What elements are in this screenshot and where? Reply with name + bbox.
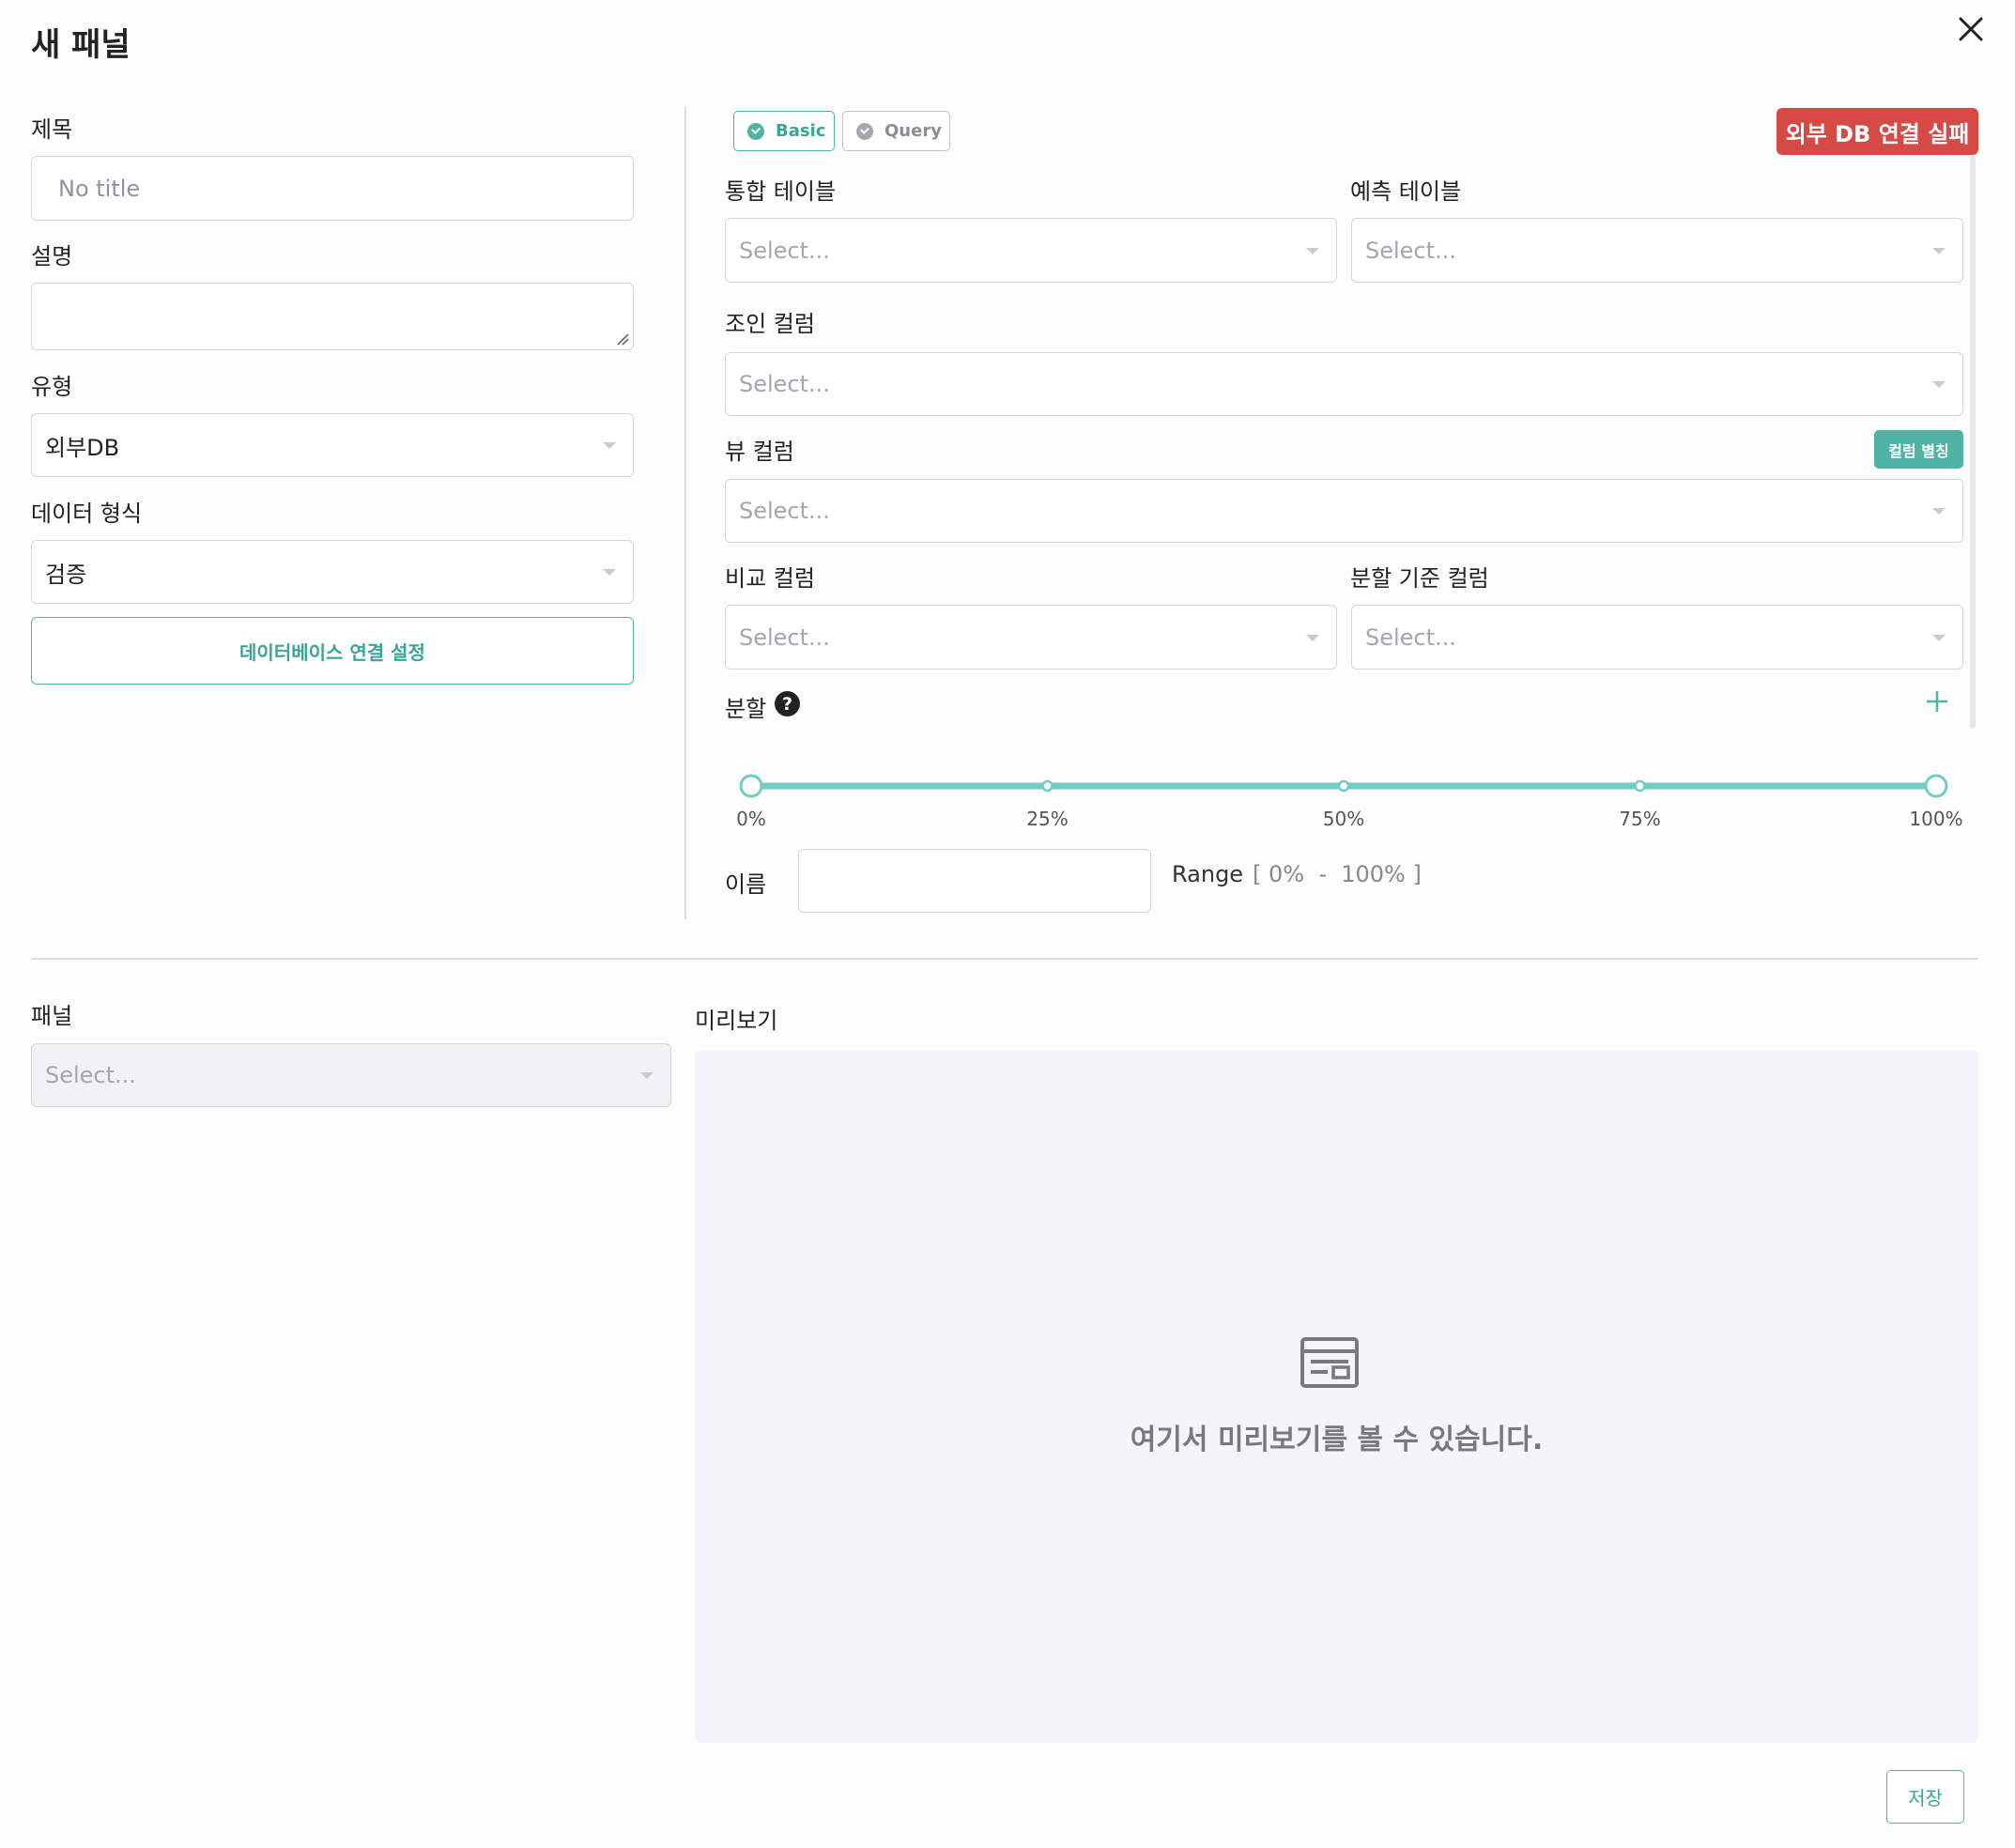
layout-icon [1300, 1337, 1359, 1388]
compare-column-placeholder: Select... [739, 624, 830, 651]
split-basis-column-label: 분할 기준 컬럼 [1350, 565, 1489, 592]
split-basis-column-select[interactable]: Select... [1351, 605, 1963, 670]
tab-basic[interactable]: Basic [733, 111, 835, 151]
tab-query-label: Query [884, 121, 942, 141]
slider-tick-label: 25% [1026, 808, 1069, 830]
chevron-down-icon [603, 442, 616, 449]
plus-icon[interactable] [1924, 688, 1950, 715]
close-icon[interactable] [1955, 13, 1987, 45]
chevron-down-icon [1932, 381, 1946, 388]
split-label: 분할 [725, 696, 767, 722]
description-textarea[interactable] [31, 283, 634, 350]
panel-label: 패널 [31, 1003, 73, 1029]
title-input[interactable]: No title [31, 156, 634, 221]
question-circle-icon[interactable]: ? [775, 691, 800, 716]
slider-tick-label: 75% [1619, 808, 1661, 830]
slider-tick-label: 50% [1322, 808, 1365, 830]
slider-tick-dot [1634, 779, 1646, 793]
description-label: 설명 [31, 243, 73, 270]
view-column-placeholder: Select... [739, 498, 830, 524]
range-value: [ 0% - 100% ] [1253, 861, 1422, 887]
tab-query[interactable]: Query [842, 111, 950, 151]
join-column-placeholder: Select... [739, 371, 830, 397]
compare-column-select[interactable]: Select... [725, 605, 1337, 670]
scrollbar[interactable] [1970, 156, 1976, 729]
tab-basic-label: Basic [776, 121, 826, 141]
column-alias-button[interactable]: 컬럼 별칭 [1874, 430, 1963, 469]
chevron-down-icon [1932, 634, 1946, 641]
panel-placeholder: Select... [45, 1062, 136, 1088]
compare-column-label: 비교 컬럼 [725, 565, 815, 592]
type-select[interactable]: 외부DB [31, 413, 634, 477]
data-format-select[interactable]: 검증 [31, 540, 634, 604]
split-name-label: 이름 [725, 871, 767, 898]
connection-status-badge: 외부 DB 연결 실패 [1777, 108, 1978, 155]
chevron-down-icon [1306, 634, 1319, 641]
integrated-table-select[interactable]: Select... [725, 218, 1337, 283]
slider-tick-dot [1337, 779, 1350, 793]
preview-area [695, 1050, 1978, 1743]
data-format-label: 데이터 형식 [31, 500, 143, 527]
resize-handle-icon[interactable] [616, 332, 629, 346]
db-connection-settings-button[interactable]: 데이터베이스 연결 설정 [31, 617, 634, 685]
prediction-table-select[interactable]: Select... [1351, 218, 1963, 283]
range-label: Range [1172, 861, 1244, 887]
vertical-divider [684, 106, 686, 919]
chevron-down-icon [1306, 247, 1319, 254]
data-format-value: 검증 [45, 561, 87, 588]
chevron-down-icon [603, 569, 616, 576]
dialog-title: 새 패널 [31, 26, 131, 64]
preview-empty-text: 여기서 미리보기를 볼 수 있습니다. [1130, 1424, 1544, 1456]
slider-tick-label: 0% [736, 808, 766, 830]
prediction-table-label: 예측 테이블 [1350, 178, 1462, 205]
split-basis-column-placeholder: Select... [1365, 624, 1456, 651]
slider-tick-label: 100% [1909, 808, 1963, 830]
split-name-input[interactable] [798, 849, 1151, 913]
chevron-down-icon [1932, 247, 1946, 254]
view-column-label: 뷰 컬럼 [725, 439, 794, 465]
save-button[interactable]: 저장 [1886, 1770, 1964, 1824]
integrated-table-label: 통합 테이블 [725, 178, 837, 205]
slider-handle-end[interactable] [1924, 774, 1948, 798]
chevron-down-icon [1932, 508, 1946, 515]
check-circle-icon [856, 122, 873, 140]
title-placeholder: No title [58, 175, 141, 202]
chevron-down-icon [640, 1072, 654, 1079]
type-value: 외부DB [45, 434, 120, 461]
join-column-select[interactable]: Select... [725, 352, 1963, 416]
join-column-label: 조인 컬럼 [725, 311, 815, 337]
split-slider[interactable] [725, 765, 1964, 807]
integrated-table-placeholder: Select... [739, 237, 830, 264]
slider-tick-dot [1041, 779, 1054, 793]
prediction-table-placeholder: Select... [1365, 237, 1456, 264]
title-label: 제목 [31, 116, 73, 143]
slider-handle-start[interactable] [739, 774, 763, 798]
horizontal-divider [31, 958, 1978, 960]
preview-label: 미리보기 [695, 1008, 778, 1034]
panel-select[interactable]: Select... [31, 1043, 671, 1107]
view-column-select[interactable]: Select... [725, 479, 1963, 543]
type-label: 유형 [31, 374, 73, 400]
check-circle-icon [747, 122, 764, 140]
